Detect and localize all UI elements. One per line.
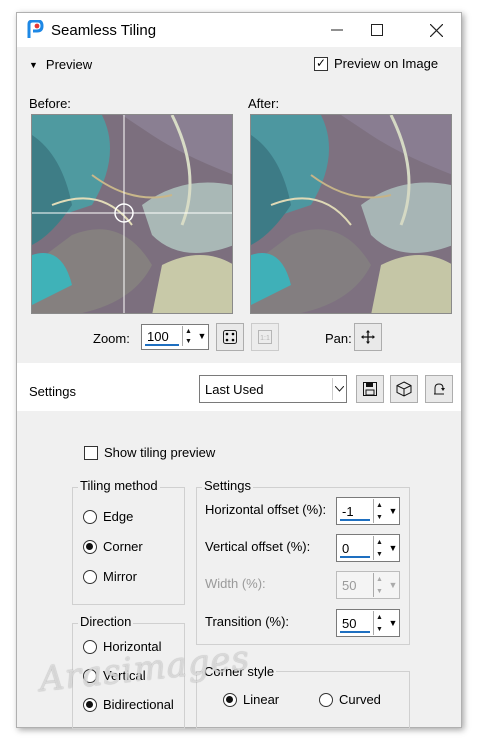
radio-circle <box>319 692 333 707</box>
transition-input[interactable]: 50 ▲ ▼ ▼ <box>336 609 400 637</box>
transition-value: 50 <box>342 616 357 631</box>
vertical-offset-value: 0 <box>342 541 350 556</box>
radio-vertical[interactable]: Vertical <box>83 668 146 683</box>
after-preview-image <box>250 114 452 314</box>
checkmark-icon: ✓ <box>314 55 328 71</box>
radio-bidirectional-label: Bidirectional <box>103 697 174 712</box>
width-label: Width (%): <box>205 576 266 591</box>
reset-button[interactable] <box>425 375 453 403</box>
dice-3d-icon <box>396 381 412 397</box>
radio-horizontal-label: Horizontal <box>103 639 162 654</box>
minimize-icon[interactable] <box>322 17 352 43</box>
settings-group-title: Settings <box>202 478 253 493</box>
radio-horizontal[interactable]: Horizontal <box>83 639 162 654</box>
radio-corner[interactable]: Corner <box>83 539 143 554</box>
horizontal-offset-spinner[interactable]: ▲ ▼ <box>373 499 385 523</box>
app-logo-icon <box>26 19 44 40</box>
radio-circle <box>83 639 97 654</box>
corner-style-title: Corner style <box>202 664 277 679</box>
transition-spinner[interactable]: ▲ ▼ <box>373 611 385 635</box>
radio-edge-label: Edge <box>103 509 134 524</box>
radio-mirror-label: Mirror <box>103 569 137 584</box>
floppy-disk-icon <box>363 382 377 396</box>
radio-curved[interactable]: Curved <box>319 692 381 707</box>
radio-circle <box>83 668 97 683</box>
radio-edge[interactable]: Edge <box>83 509 133 524</box>
actual-size-button[interactable]: 1:1 <box>251 323 279 351</box>
zoom-value: 100 <box>147 329 169 344</box>
chevron-down-icon: ▼ <box>388 580 398 590</box>
pan-button[interactable] <box>354 323 382 351</box>
transition-label: Transition (%): <box>205 614 290 629</box>
radio-circle <box>83 569 97 584</box>
show-tiling-preview-checkbox[interactable]: Show tiling preview <box>84 445 215 460</box>
zoom-label: Zoom: <box>93 331 130 346</box>
radio-circle <box>83 509 97 524</box>
direction-title: Direction <box>78 614 134 629</box>
radio-linear[interactable]: Linear <box>223 692 279 707</box>
window-title: Seamless Tiling <box>51 22 157 39</box>
preview-section-label: Preview <box>45 57 93 72</box>
one-to-one-icon: 1:1 <box>258 330 272 344</box>
randomize-button[interactable] <box>390 375 418 403</box>
vertical-offset-spinner[interactable]: ▲ ▼ <box>373 536 385 560</box>
horizontal-offset-input[interactable]: -1 ▲ ▼ ▼ <box>336 497 400 525</box>
maximize-icon[interactable] <box>362 17 392 43</box>
before-preview-image[interactable] <box>31 114 233 314</box>
chevron-down-icon[interactable]: ▼ <box>387 536 399 560</box>
radio-bidirectional[interactable]: Bidirectional <box>83 697 174 712</box>
chevron-down-icon[interactable]: ▼ <box>196 326 208 346</box>
zoom-spinner[interactable]: ▲ ▼ <box>182 326 194 346</box>
preview-on-image-label: Preview on Image <box>334 56 439 71</box>
title-bar: Seamless Tiling <box>17 13 461 47</box>
checkbox-box <box>84 445 98 460</box>
radio-corner-label: Corner <box>103 539 143 554</box>
preset-value: Last Used <box>205 382 264 397</box>
reset-icon <box>434 383 445 395</box>
chevron-down-icon[interactable] <box>332 378 346 400</box>
seamless-tiling-dialog: Seamless Tiling ▼ Preview ✓ Preview on I… <box>16 12 462 729</box>
preview-collapse-toggle[interactable]: ▼ Preview <box>29 57 92 72</box>
pan-label: Pan: <box>325 331 352 346</box>
preview-on-image-checkbox[interactable]: ✓ Preview on Image <box>314 56 438 71</box>
dice-icon <box>223 330 237 344</box>
radio-circle-selected <box>223 692 237 707</box>
radio-mirror[interactable]: Mirror <box>83 569 137 584</box>
radio-vertical-label: Vertical <box>103 668 146 683</box>
width-input: 50 ▲ ▼ ▼ <box>336 571 400 599</box>
chevron-down-icon[interactable]: ▼ <box>387 611 399 635</box>
horizontal-offset-value: -1 <box>342 504 354 519</box>
width-spinner: ▲ ▼ <box>373 573 385 597</box>
horizontal-offset-label: Horizontal offset (%): <box>205 502 327 517</box>
before-label: Before: <box>29 96 71 111</box>
radio-linear-label: Linear <box>243 692 280 707</box>
show-tiling-preview-label: Show tiling preview <box>104 445 216 460</box>
preset-dropdown[interactable]: Last Used <box>199 375 347 403</box>
after-label: After: <box>248 96 280 111</box>
triangle-down-icon: ▼ <box>29 59 38 70</box>
radio-circle-selected <box>83 697 97 712</box>
radio-curved-label: Curved <box>339 692 381 707</box>
tiling-method-title: Tiling method <box>78 478 160 493</box>
move-icon <box>361 330 375 344</box>
zoom-input[interactable]: 100 ▲ ▼ ▼ <box>141 324 209 350</box>
radio-circle-selected <box>83 539 97 554</box>
vertical-offset-input[interactable]: 0 ▲ ▼ ▼ <box>336 534 400 562</box>
zoom-to-fit-button[interactable] <box>216 323 244 351</box>
vertical-offset-label: Vertical offset (%): <box>205 539 311 554</box>
close-icon[interactable] <box>421 17 451 43</box>
settings-bar-label: Settings <box>29 384 76 399</box>
svg-text:1:1: 1:1 <box>260 335 270 342</box>
save-preset-button[interactable] <box>356 375 384 403</box>
chevron-down-icon[interactable]: ▼ <box>387 499 399 523</box>
width-value: 50 <box>342 578 357 593</box>
